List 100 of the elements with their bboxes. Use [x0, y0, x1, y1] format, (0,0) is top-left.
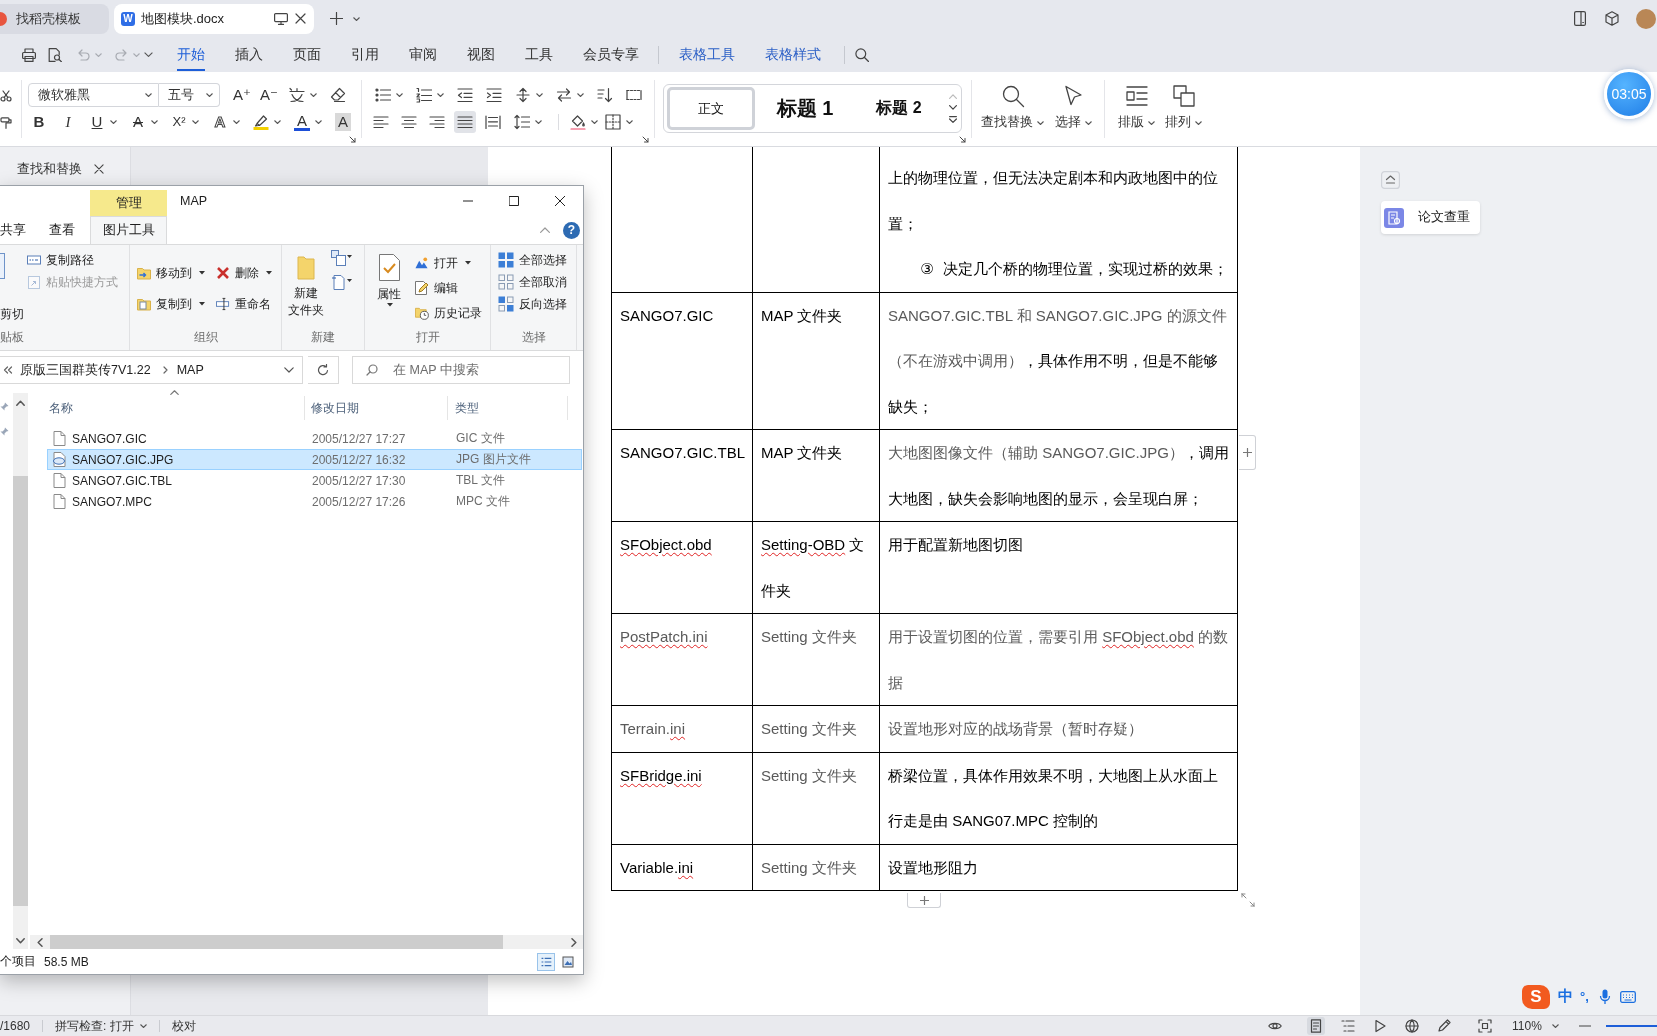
print-icon[interactable]	[22, 47, 36, 62]
decrease-indent-icon[interactable]	[457, 87, 473, 103]
print-preview-icon[interactable]	[48, 47, 62, 62]
caret-icon[interactable]	[577, 93, 584, 97]
italic-button[interactable]: I	[60, 112, 76, 132]
superscript-button[interactable]: X²	[171, 112, 199, 132]
justify-icon[interactable]	[454, 111, 476, 133]
spellcheck-button[interactable]: 拼写检查: 打开	[55, 1017, 147, 1035]
select-button[interactable]: 选择	[1055, 84, 1092, 146]
scroll-down-icon[interactable]	[16, 938, 25, 944]
scissors-icon[interactable]	[0, 90, 12, 102]
new-folder-button[interactable]: 新建 文件夹	[288, 254, 324, 328]
style-option[interactable]: 标题 1	[761, 87, 849, 130]
delete-button[interactable]: 删除	[216, 265, 272, 281]
bold-button[interactable]: B	[31, 112, 47, 132]
search-field[interactable]: 在 MAP 中搜索	[352, 356, 570, 384]
move-to-button[interactable]: 移动到	[137, 265, 216, 281]
select-none-button[interactable]: 全部取消	[498, 274, 567, 290]
plagiarism-check-button[interactable]: 论文查重	[1381, 201, 1480, 234]
borders-icon[interactable]	[605, 114, 621, 130]
ribbon-tab[interactable]: 查看	[49, 216, 75, 244]
microphone-icon[interactable]	[1598, 988, 1611, 1005]
refresh-button[interactable]	[308, 356, 339, 384]
shrink-font-button[interactable]: A⁻	[260, 85, 276, 105]
numbered-list-icon[interactable]	[416, 87, 432, 103]
proofread-button[interactable]: 校对	[171, 1017, 196, 1035]
dialog-launcher-icon[interactable]	[642, 136, 649, 143]
paint-roller-icon[interactable]	[0, 117, 12, 129]
clipboard-edge-icon[interactable]	[0, 253, 5, 279]
scroll-right-icon[interactable]	[571, 937, 577, 947]
find-replace-button[interactable]: 查找替换	[981, 84, 1044, 146]
new-tab-icon[interactable]	[330, 12, 343, 25]
menu-tab[interactable]: 视图	[467, 38, 495, 71]
menu-tab[interactable]: 引用	[351, 38, 379, 71]
line-spacing-icon[interactable]	[514, 114, 530, 130]
caret-icon[interactable]	[536, 93, 543, 97]
horizontal-scrollbar[interactable]	[30, 935, 583, 949]
up-down-arrow-icon[interactable]	[515, 87, 531, 103]
style-option[interactable]: 标题 2	[855, 87, 943, 130]
caret-icon[interactable]	[192, 120, 199, 124]
search-icon[interactable]	[855, 47, 869, 62]
caret-icon[interactable]	[310, 93, 317, 97]
avatar-icon[interactable]	[1636, 8, 1656, 29]
eraser-icon[interactable]	[330, 87, 346, 103]
increase-indent-icon[interactable]	[486, 87, 502, 103]
font-name-field[interactable]: 微软雅黑	[28, 83, 159, 107]
close-icon[interactable]	[94, 164, 104, 174]
underline-button[interactable]: U	[89, 112, 117, 132]
column-header[interactable]: 类型	[448, 396, 568, 420]
scroll-up-icon[interactable]	[16, 400, 25, 406]
caret-icon[interactable]	[591, 120, 598, 124]
dialog-launcher-icon[interactable]	[959, 136, 966, 143]
caret-icon[interactable]	[315, 120, 322, 124]
copy-path-button[interactable]: 复制路径	[27, 252, 118, 268]
chevron-right-icon[interactable]	[162, 366, 168, 374]
dropdown-icon[interactable]	[284, 367, 294, 373]
invert-selection-button[interactable]: 反向选择	[498, 296, 567, 312]
paint-bucket-icon[interactable]	[570, 114, 586, 130]
pen-icon[interactable]	[1437, 1019, 1451, 1033]
caret-icon[interactable]	[233, 120, 240, 124]
bullet-list-icon[interactable]	[375, 87, 391, 103]
pinyin-guide-icon[interactable]	[287, 87, 307, 103]
scroll-thumb[interactable]	[50, 935, 503, 949]
select-all-button[interactable]: 全部选择	[498, 252, 567, 268]
caret-icon[interactable]	[396, 93, 403, 97]
menu-tab[interactable]: 页面	[293, 38, 321, 71]
dialog-launcher-icon[interactable]	[349, 136, 356, 143]
keyboard-icon[interactable]	[1619, 990, 1636, 1003]
menu-tab[interactable]: 工具	[525, 38, 553, 71]
menu-tab[interactable]: 开始	[177, 38, 205, 71]
punctuation-toggle[interactable]: °,	[1580, 989, 1589, 1004]
document-dropdown-icon[interactable]	[331, 274, 353, 290]
collapse-icon[interactable]	[1381, 171, 1400, 189]
input-mode-toggle[interactable]: 中	[1558, 987, 1573, 1006]
help-button[interactable]: ?	[563, 221, 580, 239]
copy-to-button[interactable]: 复制到	[137, 296, 216, 312]
vertical-scrollbar[interactable]	[13, 393, 28, 949]
document-tab[interactable]: 找稻壳模板	[0, 3, 109, 34]
column-header[interactable]: 名称	[47, 396, 305, 420]
caret-icon[interactable]	[437, 93, 444, 97]
cube-icon[interactable]	[1605, 11, 1619, 26]
sort-icon[interactable]	[597, 87, 613, 103]
details-view-icon[interactable]	[537, 952, 555, 971]
history-button[interactable]: 历史记录	[415, 305, 482, 321]
character-shading-button[interactable]: A	[335, 112, 351, 132]
ribbon-tab[interactable]: 图片工具	[90, 216, 167, 244]
properties-button[interactable]: 属性	[376, 254, 402, 328]
highlighter-icon[interactable]	[253, 114, 269, 130]
scroll-down-icon[interactable]	[949, 105, 957, 110]
ribbon-tab[interactable]: 共享	[0, 216, 26, 244]
arrange-button[interactable]: 排列	[1165, 84, 1202, 146]
more-styles-icon[interactable]	[949, 116, 957, 123]
menu-tab[interactable]: 表格工具	[679, 38, 735, 71]
font-size-field[interactable]: 五号	[159, 83, 220, 107]
new-item-icon[interactable]	[331, 250, 353, 266]
close-icon[interactable]	[295, 13, 306, 24]
scroll-left-icon[interactable]	[37, 937, 43, 947]
caret-icon[interactable]	[151, 120, 158, 124]
caret-icon[interactable]	[535, 120, 542, 124]
breadcrumb-item[interactable]: MAP	[176, 363, 204, 377]
